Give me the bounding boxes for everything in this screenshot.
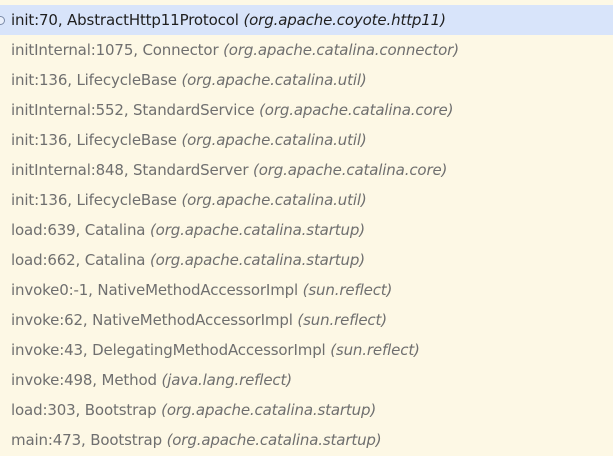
stack-frame-row[interactable]: main:473, Bootstrap (org.apache.catalina… xyxy=(0,425,613,455)
stack-frame-row[interactable]: initInternal:552, StandardService (org.a… xyxy=(0,95,613,125)
frame-package: (org.apache.catalina.startup) xyxy=(149,251,365,269)
stack-frame-row[interactable]: load:639, Catalina (org.apache.catalina.… xyxy=(0,215,613,245)
stack-frame-row[interactable]: init:136, LifecycleBase (org.apache.cata… xyxy=(0,185,613,215)
stack-frame-row[interactable]: init:136, LifecycleBase (org.apache.cata… xyxy=(0,65,613,95)
stack-frame-row[interactable]: init:136, LifecycleBase (org.apache.cata… xyxy=(0,125,613,155)
stack-frame-row[interactable]: initInternal:1075, Connector (org.apache… xyxy=(0,35,613,65)
frame-package: (org.apache.catalina.core) xyxy=(253,161,448,179)
stack-frame-row[interactable]: invoke:62, NativeMethodAccessorImpl (sun… xyxy=(0,305,613,335)
frame-method: load:662, Catalina xyxy=(11,251,146,269)
frame-method: initInternal:1075, Connector xyxy=(11,41,219,59)
frame-method: main:473, Bootstrap xyxy=(11,431,162,449)
stack-frame-row[interactable]: load:303, Bootstrap (org.apache.catalina… xyxy=(0,395,613,425)
stack-frame-row[interactable]: invoke:498, Method (java.lang.reflect) xyxy=(0,365,613,395)
frame-method: init:136, LifecycleBase xyxy=(11,191,177,209)
frame-package: (org.apache.catalina.startup) xyxy=(161,401,377,419)
frame-package: (org.apache.catalina.util) xyxy=(181,191,367,209)
stack-frame-row[interactable]: invoke:43, DelegatingMethodAccessorImpl … xyxy=(0,335,613,365)
current-frame-icon xyxy=(0,16,5,25)
frame-method: initInternal:552, StandardService xyxy=(11,101,255,119)
stack-frame-row[interactable]: load:662, Catalina (org.apache.catalina.… xyxy=(0,245,613,275)
frame-method: invoke:43, DelegatingMethodAccessorImpl xyxy=(11,341,326,359)
frame-method: load:639, Catalina xyxy=(11,221,146,239)
frame-package: (sun.reflect) xyxy=(297,311,387,329)
stack-frame-list: init:70, AbstractHttp11Protocol (org.apa… xyxy=(0,0,613,455)
frame-method: init:70, AbstractHttp11Protocol xyxy=(11,11,239,29)
frames-panel: init:70, AbstractHttp11Protocol (org.apa… xyxy=(0,0,613,460)
stack-frame-row[interactable]: invoke0:-1, NativeMethodAccessorImpl (su… xyxy=(0,275,613,305)
frame-method: initInternal:848, StandardServer xyxy=(11,161,249,179)
frame-method: invoke:498, Method xyxy=(11,371,157,389)
frame-package: (sun.reflect) xyxy=(302,281,393,299)
frame-package: (org.apache.catalina.connector) xyxy=(223,41,459,59)
stack-frame-row[interactable]: init:70, AbstractHttp11Protocol (org.apa… xyxy=(0,5,613,35)
frame-package: (org.apache.coyote.http11) xyxy=(243,11,446,29)
panel-bottom-edge xyxy=(0,456,613,460)
frame-package: (org.apache.catalina.util) xyxy=(181,71,367,89)
frame-method: init:136, LifecycleBase xyxy=(11,131,177,149)
frame-method: load:303, Bootstrap xyxy=(11,401,157,419)
frame-package: (sun.reflect) xyxy=(330,341,420,359)
frame-package: (org.apache.catalina.util) xyxy=(181,131,367,149)
frame-package: (org.apache.catalina.core) xyxy=(259,101,454,119)
frame-method: invoke:62, NativeMethodAccessorImpl xyxy=(11,311,293,329)
frame-package: (java.lang.reflect) xyxy=(161,371,293,389)
frame-package: (org.apache.catalina.startup) xyxy=(149,221,365,239)
frame-method: invoke0:-1, NativeMethodAccessorImpl xyxy=(11,281,299,299)
frame-method: init:136, LifecycleBase xyxy=(11,71,177,89)
stack-frame-row[interactable]: initInternal:848, StandardServer (org.ap… xyxy=(0,155,613,185)
frame-package: (org.apache.catalina.startup) xyxy=(166,431,382,449)
